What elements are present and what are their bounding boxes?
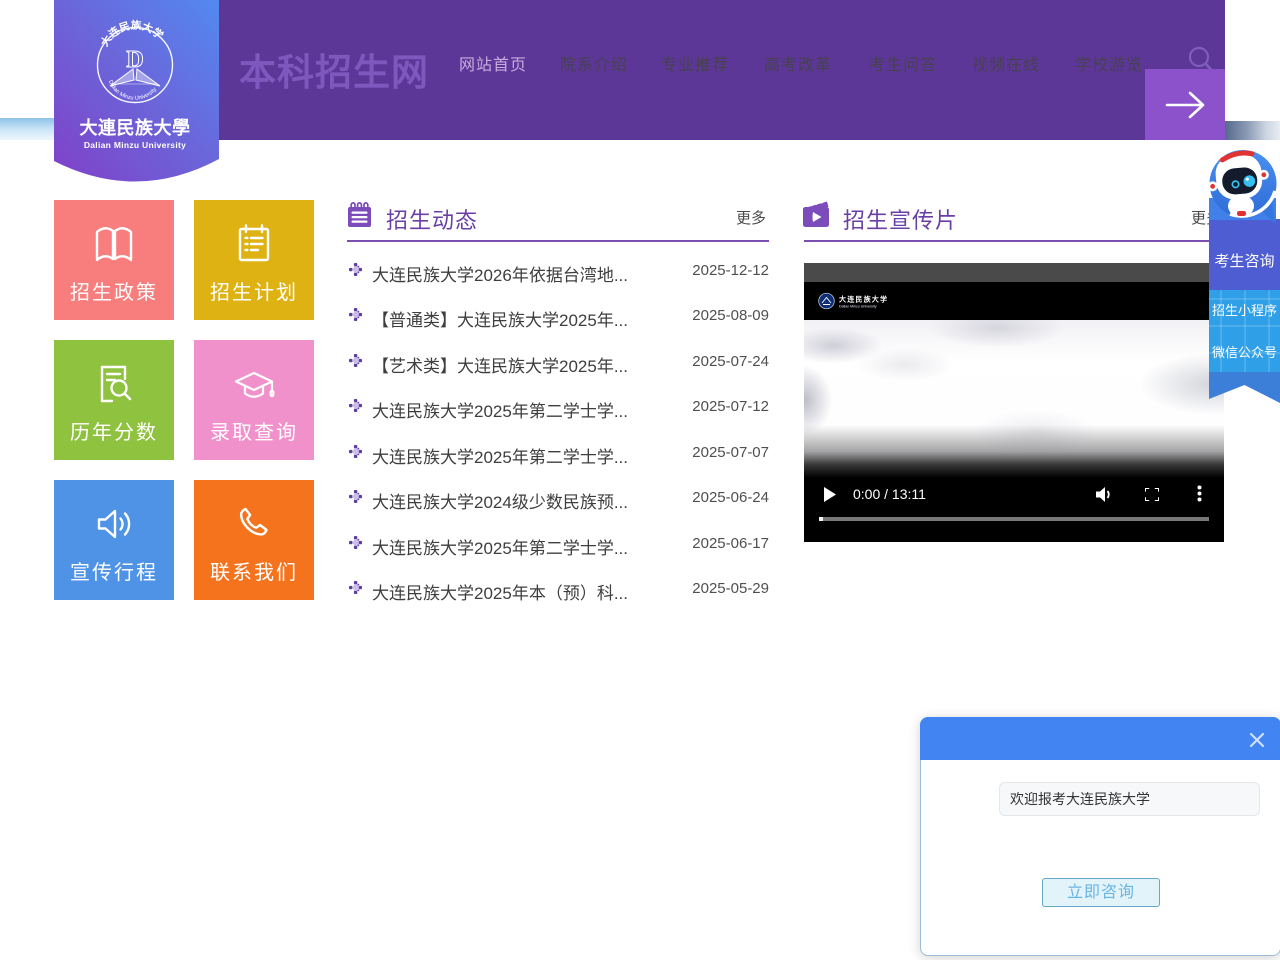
- svg-text:Dalian Minzu University: Dalian Minzu University: [84, 140, 186, 150]
- svg-text:Dalian Minzu University: Dalian Minzu University: [839, 305, 877, 309]
- svg-text:大連民族大學: 大連民族大學: [80, 117, 191, 138]
- svg-text:大连民族大学: 大连民族大学: [839, 295, 888, 304]
- svg-text:D: D: [126, 47, 143, 73]
